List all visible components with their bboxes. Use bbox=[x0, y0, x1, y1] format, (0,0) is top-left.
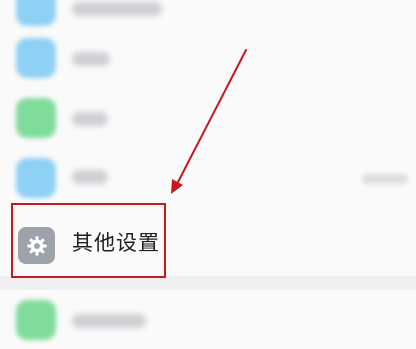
annotation-arrow bbox=[171, 49, 247, 194]
